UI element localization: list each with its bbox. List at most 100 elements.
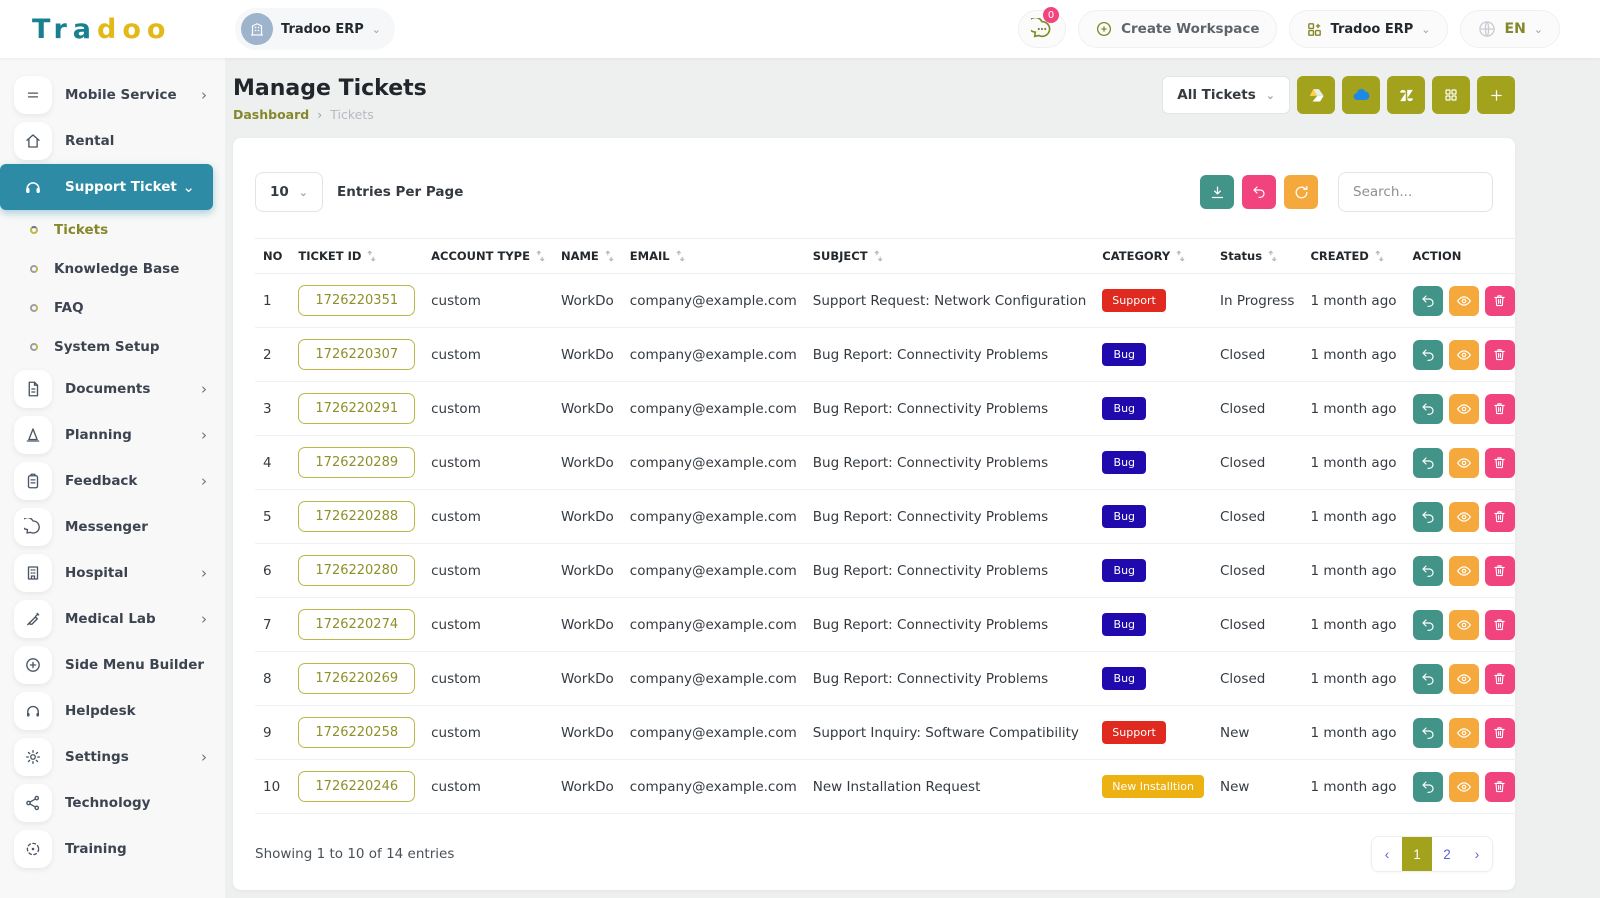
- column-header-status[interactable]: Status: [1212, 239, 1302, 274]
- view-button[interactable]: [1449, 286, 1479, 316]
- ticket-id-pill[interactable]: 1726220307: [298, 339, 415, 370]
- sidebar-subitem-faq[interactable]: FAQ: [0, 288, 225, 327]
- sidebar-item-training[interactable]: Training: [0, 826, 225, 872]
- ticket-id-pill[interactable]: 1726220274: [298, 609, 415, 640]
- sort-icon[interactable]: [1176, 250, 1185, 262]
- reply-button[interactable]: [1413, 718, 1443, 748]
- delete-button[interactable]: [1485, 394, 1515, 424]
- view-button[interactable]: [1449, 340, 1479, 370]
- brand-logo[interactable]: Tradoo: [0, 14, 225, 45]
- ticket-id-pill[interactable]: 1726220351: [298, 285, 415, 316]
- sidebar-item-medical-lab[interactable]: Medical Lab ›: [0, 596, 225, 642]
- sort-icon[interactable]: [874, 250, 883, 262]
- ticket-filter-dropdown[interactable]: All Tickets ⌄: [1162, 76, 1290, 114]
- sidebar-item-messenger[interactable]: Messenger: [0, 504, 225, 550]
- ticket-id-pill[interactable]: 1726220291: [298, 393, 415, 424]
- sidebar-item-documents[interactable]: Documents ›: [0, 366, 225, 412]
- sidebar-item-settings[interactable]: Settings ›: [0, 734, 225, 780]
- sidebar-item-rental[interactable]: Rental: [0, 118, 225, 164]
- ticket-id-pill[interactable]: 1726220269: [298, 663, 415, 694]
- row-actions: [1413, 664, 1515, 694]
- reply-button[interactable]: [1413, 610, 1443, 640]
- ticket-id-pill[interactable]: 1726220289: [298, 447, 415, 478]
- column-header-email[interactable]: EMAIL: [622, 239, 805, 274]
- sort-icon[interactable]: [1375, 250, 1384, 262]
- view-button[interactable]: [1449, 556, 1479, 586]
- ticket-id-pill[interactable]: 1726220288: [298, 501, 415, 532]
- column-header-ticket-id[interactable]: TICKET ID: [290, 239, 423, 274]
- reply-button[interactable]: [1413, 502, 1443, 532]
- column-header-subject[interactable]: SUBJECT: [805, 239, 1095, 274]
- view-button[interactable]: [1449, 664, 1479, 694]
- pagination-page-1[interactable]: 1: [1402, 837, 1432, 871]
- delete-button[interactable]: [1485, 772, 1515, 802]
- grid-outline-button[interactable]: [1432, 76, 1470, 114]
- column-header-name[interactable]: NAME: [553, 239, 622, 274]
- delete-button[interactable]: [1485, 664, 1515, 694]
- delete-button[interactable]: [1485, 718, 1515, 748]
- cloud-button[interactable]: [1342, 76, 1380, 114]
- reply-button[interactable]: [1413, 340, 1443, 370]
- reply-button[interactable]: [1413, 556, 1443, 586]
- reply-button[interactable]: [1413, 286, 1443, 316]
- sidebar-item-side-menu-builder[interactable]: Side Menu Builder: [0, 642, 225, 688]
- reply-button[interactable]: [1413, 772, 1443, 802]
- sort-icon[interactable]: [536, 250, 545, 262]
- ticket-id-pill[interactable]: 1726220258: [298, 717, 415, 748]
- delete-button[interactable]: [1485, 448, 1515, 478]
- language-selector[interactable]: EN ⌄: [1460, 10, 1561, 48]
- refresh-button[interactable]: [1284, 175, 1318, 209]
- sidebar-subitem-tickets[interactable]: Tickets: [0, 210, 225, 249]
- view-button[interactable]: [1449, 502, 1479, 532]
- export-button[interactable]: [1200, 175, 1234, 209]
- delete-button[interactable]: [1485, 340, 1515, 370]
- cell-created: 1 month ago: [1302, 652, 1404, 706]
- drive-button[interactable]: [1297, 76, 1335, 114]
- plus-button[interactable]: [1477, 76, 1515, 114]
- pagination-page-2[interactable]: 2: [1432, 837, 1462, 871]
- zendesk-button[interactable]: [1387, 76, 1425, 114]
- reply-button[interactable]: [1413, 394, 1443, 424]
- sidebar-subitem-system-setup[interactable]: System Setup: [0, 327, 225, 366]
- column-header-category[interactable]: CATEGORY: [1094, 239, 1212, 274]
- sidebar-item-helpdesk[interactable]: Helpdesk: [0, 688, 225, 734]
- sidebar-item-planning[interactable]: Planning ›: [0, 412, 225, 458]
- entries-per-page-select[interactable]: 10 ⌄: [255, 172, 323, 212]
- sidebar-subitem-knowledge-base[interactable]: Knowledge Base: [0, 249, 225, 288]
- view-button[interactable]: [1449, 448, 1479, 478]
- reply-button[interactable]: [1413, 664, 1443, 694]
- delete-button[interactable]: [1485, 502, 1515, 532]
- sort-icon[interactable]: [1268, 250, 1277, 262]
- delete-button[interactable]: [1485, 610, 1515, 640]
- breadcrumb-dashboard-link[interactable]: Dashboard: [233, 107, 309, 122]
- view-button[interactable]: [1449, 610, 1479, 640]
- pagination-prev-button[interactable]: ‹: [1372, 837, 1402, 871]
- view-button[interactable]: [1449, 772, 1479, 802]
- sort-icon[interactable]: [676, 250, 685, 262]
- view-button[interactable]: [1449, 718, 1479, 748]
- sidebar-item-label: Medical Lab: [65, 611, 201, 627]
- sidebar-item-feedback[interactable]: Feedback ›: [0, 458, 225, 504]
- messages-button[interactable]: 0: [1018, 10, 1066, 48]
- column-header-created[interactable]: CREATED: [1302, 239, 1404, 274]
- ticket-id-pill[interactable]: 1726220246: [298, 771, 415, 802]
- delete-button[interactable]: [1485, 556, 1515, 586]
- ticket-id-pill[interactable]: 1726220280: [298, 555, 415, 586]
- cell-email: company@example.com: [622, 274, 805, 328]
- sort-icon[interactable]: [605, 250, 614, 262]
- sidebar-item-mobile-service[interactable]: Mobile Service ›: [0, 72, 225, 118]
- sidebar-item-technology[interactable]: Technology: [0, 780, 225, 826]
- sidebar-item-hospital[interactable]: Hospital ›: [0, 550, 225, 596]
- view-button[interactable]: [1449, 394, 1479, 424]
- sort-icon[interactable]: [367, 250, 376, 262]
- delete-button[interactable]: [1485, 286, 1515, 316]
- workspace-pill[interactable]: Tradoo ERP ⌄: [235, 8, 395, 50]
- reply-button[interactable]: [1413, 448, 1443, 478]
- pagination-next-button[interactable]: ›: [1462, 837, 1492, 871]
- workspace-switcher-button[interactable]: Tradoo ERP ⌄: [1289, 10, 1448, 48]
- create-workspace-button[interactable]: Create Workspace: [1078, 10, 1276, 48]
- column-header-account-type[interactable]: ACCOUNT TYPE: [423, 239, 553, 274]
- reset-button[interactable]: [1242, 175, 1276, 209]
- sidebar-item-support-ticket[interactable]: Support Ticket ⌄: [0, 164, 213, 210]
- search-input[interactable]: [1338, 172, 1493, 212]
